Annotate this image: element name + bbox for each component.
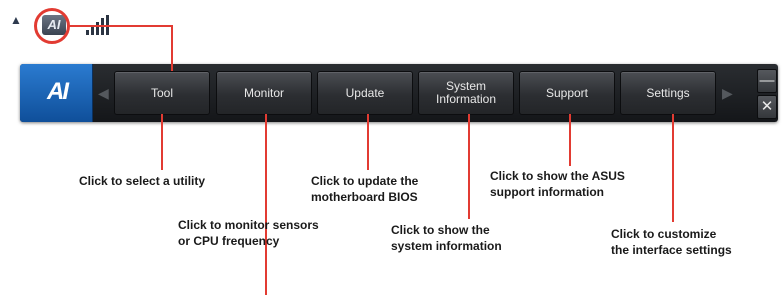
callout-line (367, 114, 369, 170)
monitor-button[interactable]: Monitor (216, 71, 312, 115)
update-button-label: Update (345, 85, 385, 100)
callout-line (68, 25, 173, 27)
ai-suite-toolbar: AI ◀ Tool Monitor Update System Informat… (20, 64, 778, 122)
up-triangle-icon[interactable]: ▲ (10, 14, 22, 26)
support-caption-line2: support information (490, 185, 604, 199)
update-caption-line2: motherboard BIOS (311, 190, 418, 204)
scroll-right-icon[interactable]: ▶ (722, 82, 733, 104)
system-tray: ▲ AI (0, 0, 118, 44)
tool-button-label: Tool (150, 85, 173, 100)
support-caption-line1: Click to show the ASUS (490, 169, 625, 183)
callout-line (672, 114, 674, 222)
sysinfo-caption-line1: Click to show the (391, 223, 490, 237)
callout-line (161, 114, 163, 170)
system-information-button-label: System Information (435, 79, 497, 106)
highlight-circle (34, 8, 70, 44)
tool-button[interactable]: Tool (114, 71, 210, 115)
callout-line (265, 114, 267, 295)
settings-button[interactable]: Settings (620, 71, 716, 115)
ai-suite-logo-button[interactable]: AI (20, 64, 93, 122)
callout-line (468, 114, 470, 219)
tool-caption: Click to select a utility (79, 174, 206, 188)
update-button[interactable]: Update (317, 71, 413, 115)
support-button-label: Support (545, 85, 589, 100)
close-button[interactable]: ✕ (757, 95, 777, 119)
support-button[interactable]: Support (519, 71, 615, 115)
minimize-button[interactable]: — (757, 69, 777, 93)
scroll-left-icon[interactable]: ◀ (98, 82, 109, 104)
settings-button-label: Settings (646, 85, 690, 100)
settings-caption-line1: Click to customize (611, 227, 717, 241)
monitor-caption-line1: Click to monitor sensors (178, 218, 319, 232)
callout-line (171, 25, 173, 71)
system-information-button[interactable]: System Information (418, 71, 514, 115)
update-caption-line1: Click to update the (311, 174, 419, 188)
settings-caption-line2: the interface settings (611, 243, 732, 257)
monitor-caption-line2: or CPU frequency (178, 234, 280, 248)
sysinfo-caption-line2: system information (391, 239, 502, 253)
monitor-button-label: Monitor (243, 85, 284, 100)
ai-logo-icon: AI (47, 78, 69, 105)
callout-line (569, 114, 571, 166)
